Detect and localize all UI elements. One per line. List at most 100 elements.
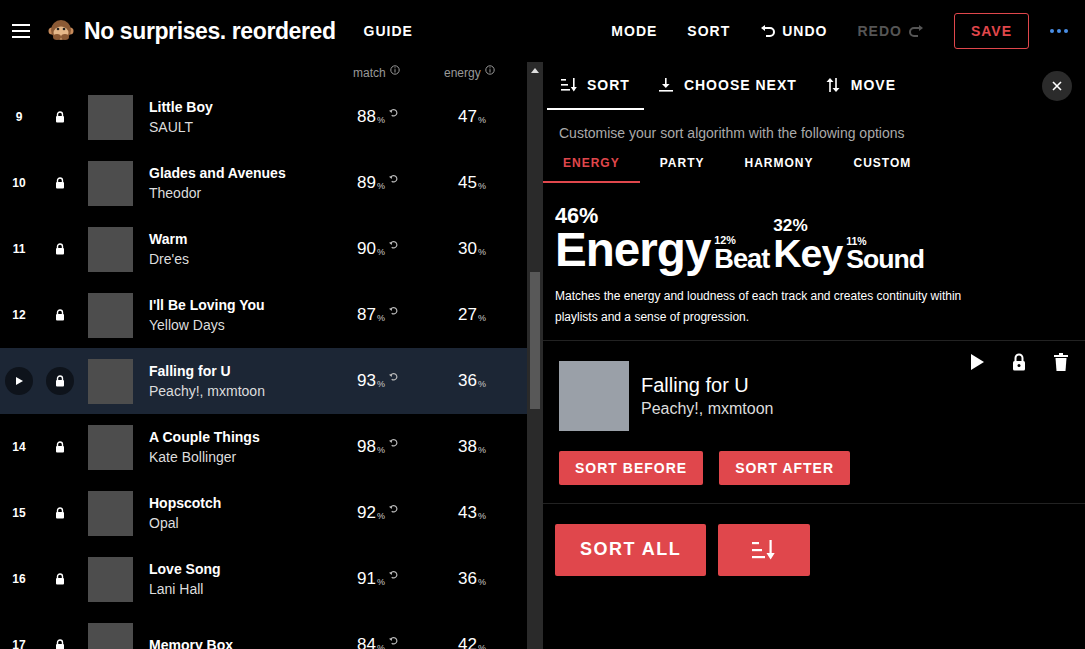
- toolbar-action[interactable]: REDO: [857, 23, 923, 39]
- trash-icon[interactable]: [1053, 353, 1069, 371]
- lock-cell: [38, 243, 82, 255]
- track-title: Glades and Avenues: [149, 163, 349, 183]
- lock-toggle[interactable]: [55, 639, 65, 649]
- lock-toggle[interactable]: [55, 309, 65, 321]
- refresh-icon[interactable]: [389, 306, 398, 315]
- toolbar-action[interactable]: SORT: [687, 23, 730, 39]
- more-options-icon[interactable]: [1049, 28, 1069, 34]
- sort-mode-tab[interactable]: ENERGY: [543, 145, 640, 183]
- close-button[interactable]: [1042, 71, 1072, 101]
- lock-icon: [55, 309, 65, 321]
- track-row[interactable]: 11WarmDre'es90%30%: [0, 216, 527, 282]
- match-cell: 98%: [349, 437, 429, 457]
- scrollbar[interactable]: [527, 62, 543, 649]
- sort-mode-tab[interactable]: HARMONY: [724, 145, 833, 183]
- energy-cell: 38%: [429, 437, 527, 457]
- weight-item: 12%Beat: [714, 235, 769, 272]
- sort-mode-tab[interactable]: CUSTOM: [833, 145, 931, 183]
- scroll-up-button[interactable]: [527, 62, 543, 78]
- track-info: Little BoySAULT: [149, 97, 349, 137]
- lock-icon[interactable]: [1011, 353, 1027, 371]
- track-number: 11: [0, 242, 38, 256]
- column-heading[interactable]: match: [349, 66, 429, 80]
- panel-intro: Customise your sort algorithm with the f…: [543, 110, 1085, 142]
- lock-cell: [38, 177, 82, 189]
- weight-item: 46%Energy: [555, 205, 710, 272]
- guide-link[interactable]: GUIDE: [364, 23, 413, 39]
- refresh-icon[interactable]: [389, 108, 398, 117]
- undo-icon: [760, 25, 776, 37]
- refresh-icon[interactable]: [389, 240, 398, 249]
- menu-icon[interactable]: [12, 24, 30, 38]
- track-row[interactable]: 12I'll Be Loving YouYellow Days87%27%: [0, 282, 527, 348]
- match-cell: 89%: [349, 173, 429, 193]
- lock-icon: [55, 573, 65, 585]
- lock-cell: [38, 441, 82, 453]
- refresh-icon[interactable]: [389, 636, 398, 645]
- column-heading[interactable]: energy: [429, 66, 495, 80]
- panel-tab[interactable]: MOVE: [811, 62, 910, 110]
- lock-toggle[interactable]: [55, 507, 65, 519]
- refresh-icon[interactable]: [389, 504, 398, 513]
- top-bar: No surprises. reordered GUIDE MODE SORT UNDO…: [0, 0, 1085, 62]
- track-row[interactable]: 10Glades and AvenuesTheodor89%45%: [0, 150, 527, 216]
- playlist-title: No surprises. reordered: [84, 18, 336, 45]
- album-art: [88, 623, 133, 649]
- lock-toggle[interactable]: [55, 111, 65, 123]
- track-info: A Couple ThingsKate Bollinger: [149, 427, 349, 467]
- match-cell: 93%: [349, 371, 429, 391]
- track-number: 10: [0, 176, 38, 190]
- refresh-icon[interactable]: [389, 438, 398, 447]
- toolbar-action[interactable]: UNDO: [760, 23, 827, 39]
- track-row[interactable]: 17Memory Box84%42%: [0, 612, 527, 649]
- track-title: Little Boy: [149, 97, 349, 117]
- lock-cell: [38, 367, 82, 395]
- refresh-icon[interactable]: [389, 570, 398, 579]
- play-button[interactable]: [5, 367, 33, 395]
- track-title: Love Song: [149, 559, 349, 579]
- track-artist: Opal: [149, 513, 349, 533]
- track-list-panel: matchenergy 9Little BoySAULT88%47% 10 Glade…: [0, 62, 527, 649]
- lock-toggle[interactable]: [46, 367, 74, 395]
- track-title: Falling for U: [149, 361, 349, 381]
- album-art: [88, 491, 133, 536]
- selected-track-card: Falling for UPeachy!, mxmtoon: [543, 341, 1085, 431]
- lock-toggle[interactable]: [55, 177, 65, 189]
- lock-toggle[interactable]: [55, 243, 65, 255]
- sort-all-button[interactable]: SORT ALL: [555, 524, 706, 576]
- sort-track-button[interactable]: SORT BEFORE: [559, 451, 703, 485]
- album-art: [88, 293, 133, 338]
- sort-track-button[interactable]: SORT AFTER: [719, 451, 850, 485]
- track-artist: Dre'es: [149, 249, 349, 269]
- track-artist: Peachy!, mxmtoon: [641, 398, 969, 420]
- info-icon[interactable]: [390, 65, 400, 75]
- play-icon[interactable]: [969, 353, 985, 371]
- lock-icon: [55, 111, 65, 123]
- sort-mode-tab[interactable]: PARTY: [640, 145, 725, 183]
- save-button[interactable]: SAVE: [954, 13, 1029, 49]
- weight-item: 11%Sound: [846, 236, 924, 272]
- track-row[interactable]: 14A Couple ThingsKate Bollinger98%38%: [0, 414, 527, 480]
- refresh-icon[interactable]: [389, 174, 398, 183]
- info-icon[interactable]: [485, 65, 495, 75]
- lock-cell: [38, 111, 82, 123]
- sort-options-button[interactable]: [718, 524, 810, 576]
- panel-tab[interactable]: CHOOSE NEXT: [644, 62, 811, 110]
- energy-cell: 47%: [429, 107, 527, 127]
- refresh-icon[interactable]: [389, 372, 398, 381]
- scrollbar-thumb[interactable]: [530, 272, 540, 409]
- track-row[interactable]: 9Little BoySAULT88%47%: [0, 84, 527, 150]
- mode-description: Matches the energy and loudness of each …: [543, 286, 1013, 328]
- panel-tab[interactable]: SORT: [547, 62, 644, 110]
- track-number: 12: [0, 308, 38, 322]
- energy-cell: 45%: [429, 173, 527, 193]
- track-row[interactable]: 15HopscotchOpal92%43%: [0, 480, 527, 546]
- energy-cell: 30%: [429, 239, 527, 259]
- lock-toggle[interactable]: [55, 441, 65, 453]
- track-row[interactable]: Falling for UPeachy!, mxmtoon93%36%: [0, 348, 527, 414]
- track-row[interactable]: 16Love SongLani Hall91%36%: [0, 546, 527, 612]
- sort-icon: [561, 78, 577, 92]
- lock-toggle[interactable]: [55, 573, 65, 585]
- match-cell: 84%: [349, 635, 429, 649]
- toolbar-action[interactable]: MODE: [611, 23, 657, 39]
